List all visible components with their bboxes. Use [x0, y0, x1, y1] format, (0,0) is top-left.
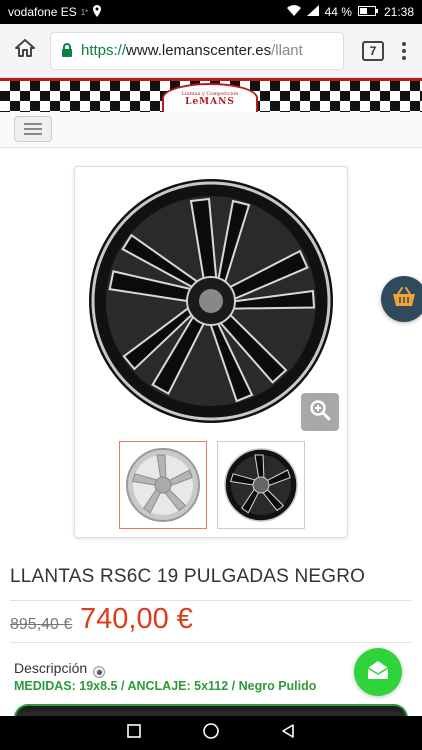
location-icon	[92, 4, 102, 20]
carrier-label: vodafone ES	[8, 5, 77, 19]
old-price: 895,40 €	[10, 616, 73, 633]
zoom-in-button[interactable]	[301, 393, 339, 431]
zoom-in-icon	[309, 399, 331, 426]
signal-icon	[306, 5, 319, 19]
url-path: /llant	[271, 42, 303, 59]
carrier-extra: 1*	[80, 7, 89, 17]
triangle-back-icon[interactable]	[280, 723, 296, 744]
screen: vodafone ES 1* 44 % 21:38 https:// www.l…	[0, 0, 422, 750]
product-specs: MEDIDAS: 19x8.5 / ANCLAJE: 5x112 / Negro…	[14, 679, 317, 693]
cart-button[interactable]	[381, 276, 422, 322]
status-bar: vodafone ES 1* 44 % 21:38	[0, 0, 422, 24]
divider	[10, 600, 412, 601]
site-header-banner: Llantas y Competición LeMANS	[0, 78, 422, 112]
square-icon[interactable]	[126, 723, 142, 744]
product-gallery	[74, 166, 348, 538]
logo-text: LeMANS	[185, 97, 235, 107]
url-scheme: https://	[81, 42, 127, 59]
basket-icon	[391, 286, 417, 313]
circle-icon[interactable]	[202, 722, 220, 745]
site-navbar	[0, 112, 422, 148]
url-bar[interactable]: https:// www.lemanscenter.es /llant	[50, 31, 344, 70]
thumbnail-black-wheel[interactable]	[217, 441, 305, 529]
description-label: Descripción	[14, 660, 88, 676]
site-logo[interactable]: Llantas y Competición LeMANS	[162, 83, 258, 112]
battery-label: 44 %	[324, 5, 352, 19]
description-radio[interactable]	[93, 666, 106, 678]
url-host: www.lemanscenter.es	[126, 42, 272, 59]
product-main-image[interactable]	[85, 177, 339, 431]
clock: 21:38	[383, 5, 414, 19]
battery-icon	[357, 5, 378, 19]
hamburger-menu-button[interactable]	[14, 116, 52, 142]
tab-switcher-button[interactable]: 7	[362, 40, 384, 61]
current-price: 740,00 €	[80, 603, 193, 635]
home-icon	[14, 38, 36, 63]
browser-toolbar: https:// www.lemanscenter.es /llant 7	[0, 24, 422, 78]
thumbnail-silver-wheel[interactable]	[119, 441, 207, 529]
contact-button[interactable]	[354, 648, 402, 696]
product-title: LLANTAS RS6C 19 PULGADAS NEGRO	[10, 566, 366, 587]
home-button[interactable]	[8, 34, 42, 68]
open-mail-icon	[366, 659, 390, 686]
divider	[10, 642, 412, 643]
system-nav-bar	[0, 716, 422, 750]
description-tab[interactable]: Descripción	[14, 658, 106, 678]
overflow-menu-icon[interactable]	[394, 34, 414, 68]
lock-icon	[61, 43, 73, 58]
wifi-icon	[286, 5, 301, 19]
